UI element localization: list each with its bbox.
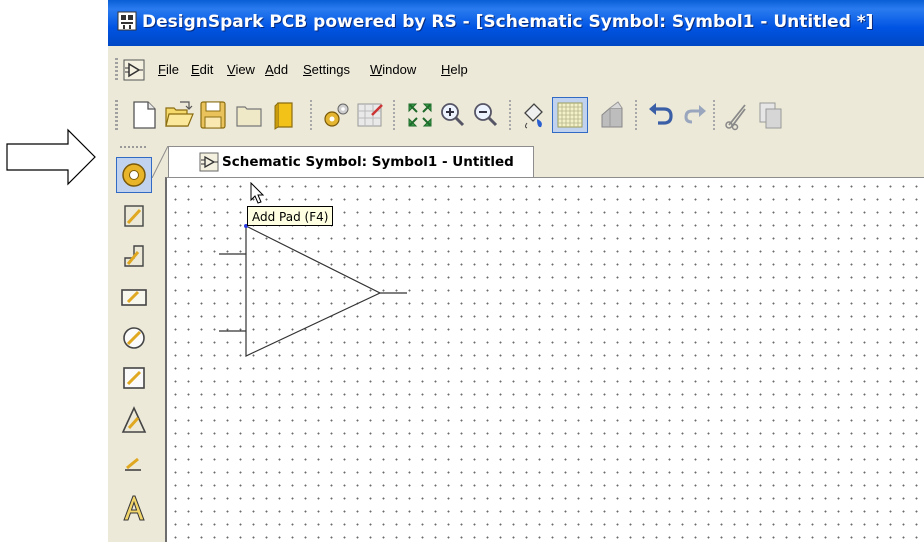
menu-file[interactable]: File (158, 62, 179, 77)
tool-palette (108, 140, 158, 542)
fill-icon[interactable] (517, 99, 549, 131)
circle-icon[interactable] (116, 320, 152, 356)
zoom-fit-icon[interactable] (404, 99, 436, 131)
triangle-icon[interactable] (116, 402, 152, 438)
menu-bar: File Edit View Add Settings Window Help (108, 54, 924, 86)
toolbar-separator (635, 100, 637, 130)
undo-icon[interactable] (645, 99, 677, 131)
add-pad-button[interactable] (116, 157, 152, 193)
menu-settings[interactable]: Settings (303, 62, 350, 77)
square-icon[interactable] (116, 360, 152, 396)
window-title: DesignSpark PCB powered by RS - [Schemat… (142, 12, 874, 32)
menu-grip[interactable] (115, 58, 118, 82)
add-pad-icon (122, 163, 146, 187)
save-icon[interactable] (197, 99, 229, 131)
grid-toggle-icon (557, 102, 583, 128)
app-icon (117, 11, 137, 31)
redo-icon[interactable] (678, 99, 710, 131)
line-icon[interactable] (116, 198, 152, 234)
menu-view[interactable]: View (227, 62, 255, 77)
app-window: DesignSpark PCB powered by RS - [Schemat… (108, 0, 924, 542)
mouse-cursor-icon (250, 182, 265, 204)
close-icon[interactable] (233, 99, 265, 131)
toolbar (108, 92, 924, 138)
rectangle-icon[interactable] (116, 279, 152, 315)
amplifier-triangle (245, 225, 382, 357)
annotation-arrow (6, 128, 96, 186)
arc-icon[interactable] (116, 444, 152, 480)
toolbar-separator (713, 100, 715, 130)
path-icon[interactable] (116, 238, 152, 274)
zoom-in-icon[interactable] (436, 99, 468, 131)
menu-window[interactable]: Window (370, 62, 416, 77)
copy-icon[interactable] (754, 99, 786, 131)
toolbar-separator (509, 100, 511, 130)
gears-icon[interactable] (320, 99, 352, 131)
tooltip: Add Pad (F4) (247, 206, 334, 226)
menu-add[interactable]: Add (265, 62, 288, 77)
schematic-document-icon[interactable] (122, 58, 146, 82)
text-icon[interactable] (116, 490, 152, 526)
schematic-symbol-icon (199, 152, 219, 172)
palette-grip[interactable] (120, 146, 146, 148)
print-icon[interactable] (596, 99, 628, 131)
book-icon[interactable] (269, 99, 301, 131)
toolbar-grip[interactable] (115, 100, 118, 130)
schematic-canvas[interactable] (165, 177, 924, 542)
title-bar[interactable]: DesignSpark PCB powered by RS - [Schemat… (108, 0, 924, 46)
toolbar-separator (393, 100, 395, 130)
open-folder-icon[interactable] (163, 99, 195, 131)
document-tab[interactable]: Schematic Symbol: Symbol1 - Untitled (168, 146, 534, 178)
new-file-icon[interactable] (128, 99, 160, 131)
toolbar-separator (310, 100, 312, 130)
symbol-drawing[interactable] (167, 178, 924, 542)
grid-settings-icon[interactable] (354, 99, 386, 131)
menu-help[interactable]: Help (441, 62, 468, 77)
zoom-out-icon[interactable] (469, 99, 501, 131)
cut-icon[interactable] (721, 99, 753, 131)
menu-edit[interactable]: Edit (191, 62, 213, 77)
grid-toggle-button[interactable] (552, 97, 588, 133)
document-tab-label: Schematic Symbol: Symbol1 - Untitled (222, 154, 514, 170)
